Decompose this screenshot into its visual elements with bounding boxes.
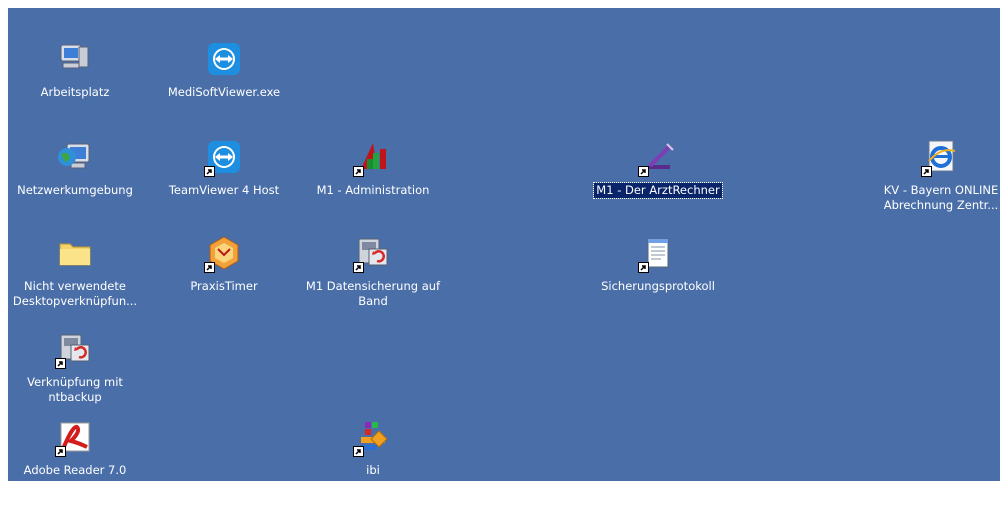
shortcut-arrow-icon — [638, 166, 649, 177]
praxistimer-icon — [204, 235, 242, 273]
desktop-icon-label: PraxisTimer — [190, 279, 258, 293]
desktop-icon-praxistimer[interactable]: PraxisTimer — [149, 233, 299, 321]
ibi-icon — [353, 419, 391, 457]
desktop-icon-sicherungsprotokoll[interactable]: Sicherungsprotokoll — [583, 233, 733, 321]
shortcut-arrow-icon — [204, 262, 215, 273]
desktop-icon-adobe-reader[interactable]: Adobe Reader 7.0 — [0, 417, 150, 505]
shortcut-arrow-icon — [353, 166, 364, 177]
my-computer-icon — [57, 41, 93, 77]
shortcut-arrow-icon — [55, 446, 66, 457]
folder-icon — [57, 235, 93, 271]
desktop-icon-label: ibi — [366, 463, 380, 477]
shortcut-arrow-icon — [638, 262, 649, 273]
desktop-icon-label: KV - Bayern ONLINE Abrechnung Zentr... — [883, 183, 999, 212]
desktop-icon-medisoftviewer[interactable]: MediSoftViewer.exe — [149, 39, 299, 127]
backup-icon — [353, 235, 391, 273]
teamviewer-icon — [206, 41, 242, 77]
adobe-reader-icon — [55, 419, 93, 457]
desktop-icon-label: Nicht verwendete Desktopverknüpfun... — [12, 279, 138, 308]
desktop-icon-m1-arztrechner[interactable]: M1 - Der ArztRechner — [583, 137, 733, 225]
desktop-icon-label: Verknüpfung mit ntbackup — [27, 375, 123, 404]
notepad-icon — [638, 235, 676, 273]
desktop-icon-kv-bayern[interactable]: KV - Bayern ONLINE Abrechnung Zentr... — [866, 137, 1000, 225]
desktop-icon-label: TeamViewer 4 Host — [168, 183, 280, 197]
shortcut-arrow-icon — [204, 166, 215, 177]
desktop-icon-ntbackup[interactable]: Verknüpfung mit ntbackup — [0, 329, 150, 417]
internet-explorer-icon — [921, 139, 959, 177]
desktop-icon-nicht-verwendete[interactable]: Nicht verwendete Desktopverknüpfun... — [0, 233, 150, 321]
desktop-icon-label: MediSoftViewer.exe — [167, 85, 281, 99]
desktop-icon-netzwerkumgebung[interactable]: Netzwerkumgebung — [0, 137, 150, 225]
desktop-icon-label: M1 - Administration — [316, 183, 430, 197]
shortcut-arrow-icon — [55, 358, 66, 369]
shortcut-arrow-icon — [353, 262, 364, 273]
backup-icon — [55, 331, 93, 369]
desktop-icon-ibi[interactable]: ibi — [298, 417, 448, 505]
desktop-icon-label: Sicherungsprotokoll — [601, 279, 715, 293]
desktop-icon-label: Arbeitsplatz — [40, 85, 110, 99]
desktop: Arbeitsplatz MediSoftViewer.exe Netzwerk… — [8, 8, 1000, 481]
desktop-icon-label: M1 - Der ArztRechner — [593, 182, 723, 199]
desktop-icon-label: Adobe Reader 7.0 — [23, 463, 127, 477]
shortcut-arrow-icon — [921, 166, 932, 177]
m1-arztrechner-icon — [638, 139, 676, 177]
shortcut-arrow-icon — [353, 446, 364, 457]
teamviewer-icon — [204, 139, 242, 177]
desktop-icon-m1-administration[interactable]: M1 - Administration — [298, 137, 448, 225]
desktop-icon-label: Netzwerkumgebung — [17, 183, 133, 197]
m1-admin-icon — [353, 139, 391, 177]
desktop-icon-arbeitsplatz[interactable]: Arbeitsplatz — [0, 39, 150, 127]
desktop-icon-teamviewer-host[interactable]: TeamViewer 4 Host — [149, 137, 299, 225]
desktop-icon-label: M1 Datensicherung auf Band — [305, 279, 441, 308]
desktop-icon-m1-datensicherung[interactable]: M1 Datensicherung auf Band — [298, 233, 448, 321]
network-places-icon — [57, 139, 93, 175]
